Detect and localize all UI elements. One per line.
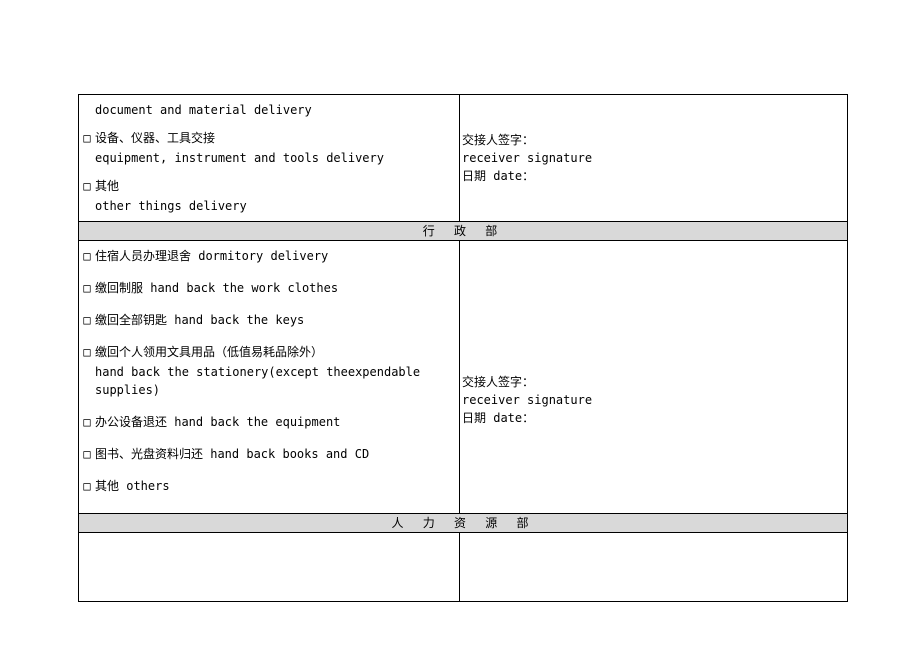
item-other-delivery: □其他	[81, 177, 457, 195]
item-keys: □缴回全部钥匙 hand back the keys	[81, 311, 457, 329]
item-label: 缴回制服 hand back the work clothes	[95, 281, 338, 295]
section-header-hr: 人 力 资 源 部	[79, 514, 848, 533]
item-label: 其他 others	[95, 479, 170, 493]
item-label: 住宿人员办理退舍 dormitory delivery	[95, 249, 328, 263]
item-label: 图书、光盘资料归还 hand back books and CD	[95, 447, 369, 461]
receiver-signature-label-cn: 交接人签字：	[462, 373, 845, 391]
section2-signature-cell: 交接人签字： receiver signature 日期 date：	[460, 241, 848, 514]
section3-signature-cell	[460, 533, 848, 602]
section-header-hr-label: 人 力 资 源 部	[392, 514, 535, 532]
item-equipment-delivery-en: equipment, instrument and tools delivery	[81, 149, 457, 167]
item-others: □其他 others	[81, 477, 457, 495]
section3-items-cell	[79, 533, 460, 602]
checkbox-icon[interactable]: □	[81, 311, 93, 329]
section-header-admin: 行 政 部	[79, 222, 848, 241]
page: document and material delivery □设备、仪器、工具…	[0, 0, 920, 651]
section2-items-cell: □住宿人员办理退舍 dormitory delivery □缴回制服 hand …	[79, 241, 460, 514]
checkbox-icon[interactable]: □	[81, 129, 93, 147]
date-label: 日期 date：	[462, 167, 845, 185]
section-header-admin-label: 行 政 部	[423, 222, 503, 240]
item-books-cd: □图书、光盘资料归还 hand back books and CD	[81, 445, 457, 463]
item-stationery: □缴回个人领用文具用品（低值易耗品除外）	[81, 343, 457, 361]
date-label: 日期 date：	[462, 409, 845, 427]
checkbox-icon[interactable]: □	[81, 279, 93, 297]
checkbox-icon[interactable]: □	[81, 477, 93, 495]
item-dormitory: □住宿人员办理退舍 dormitory delivery	[81, 247, 457, 265]
checkbox-icon[interactable]: □	[81, 247, 93, 265]
item-label: 办公设备退还 hand back the equipment	[95, 415, 340, 429]
checkbox-icon[interactable]: □	[81, 177, 93, 195]
checkbox-icon[interactable]: □	[81, 413, 93, 431]
item-work-clothes: □缴回制服 hand back the work clothes	[81, 279, 457, 297]
receiver-signature-label-en: receiver signature	[462, 149, 845, 167]
item-other-delivery-en: other things delivery	[81, 197, 457, 215]
item-stationery-en: hand back the stationery(except theexpen…	[81, 363, 457, 399]
section1-items-cell: document and material delivery □设备、仪器、工具…	[79, 95, 460, 222]
handover-form-table: document and material delivery □设备、仪器、工具…	[78, 94, 848, 602]
item-office-equipment: □办公设备退还 hand back the equipment	[81, 413, 457, 431]
item-label: 设备、仪器、工具交接	[95, 131, 215, 145]
section1-signature-cell: 交接人签字： receiver signature 日期 date：	[460, 95, 848, 222]
checkbox-icon[interactable]: □	[81, 445, 93, 463]
checkbox-icon[interactable]: □	[81, 343, 93, 361]
item-label: 缴回个人领用文具用品（低值易耗品除外）	[95, 345, 323, 359]
item-equipment-delivery: □设备、仪器、工具交接	[81, 129, 457, 147]
receiver-signature-label-cn: 交接人签字：	[462, 131, 845, 149]
item-label: 其他	[95, 179, 119, 193]
item-label: 缴回全部钥匙 hand back the keys	[95, 313, 304, 327]
receiver-signature-label-en: receiver signature	[462, 391, 845, 409]
item-document-delivery: document and material delivery	[81, 101, 457, 119]
